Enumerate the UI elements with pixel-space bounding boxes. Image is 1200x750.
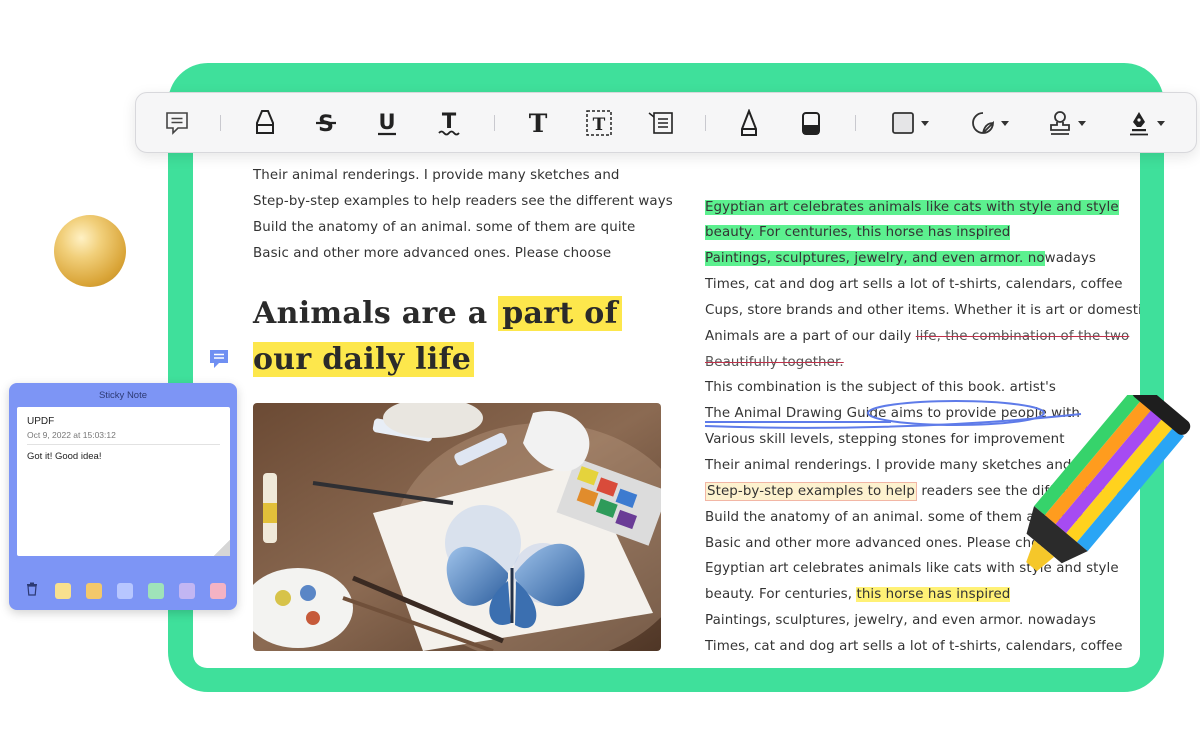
strikethrough-tool[interactable]: S: [310, 107, 342, 139]
chevron-down-icon: [1001, 120, 1009, 126]
comment-icon: [166, 112, 188, 135]
sticker-icon: [972, 112, 994, 134]
trash-icon[interactable]: [26, 582, 38, 596]
color-swatch-orange[interactable]: [86, 583, 102, 599]
toolbar-divider: [705, 115, 706, 131]
svg-text:T: T: [529, 109, 548, 137]
text-callout-tool[interactable]: [645, 107, 677, 139]
svg-text:S: S: [318, 112, 334, 137]
squiggly-tool[interactable]: T: [433, 107, 465, 139]
toolbar-divider: [494, 115, 495, 131]
color-swatch-green[interactable]: [148, 583, 164, 599]
squiggly-underline-icon: T: [438, 109, 460, 136]
toolbar-divider: [220, 115, 221, 131]
sticky-note-panel[interactable]: Sticky Note UPDF Oct 9, 2022 at 15:03:12…: [9, 383, 237, 610]
color-swatch-yellow[interactable]: [55, 583, 71, 599]
note-text[interactable]: Got it! Good idea!: [27, 451, 101, 462]
svg-text:T: T: [593, 115, 606, 135]
shape-tool-dropdown[interactable]: [888, 107, 932, 139]
note-date: Oct 9, 2022 at 15:03:12: [27, 430, 116, 440]
sticker-tool-dropdown[interactable]: [968, 107, 1012, 139]
sticky-note-paper[interactable]: UPDF Oct 9, 2022 at 15:03:12 Got it! Goo…: [17, 407, 230, 556]
text-box-tool[interactable]: T: [583, 107, 615, 139]
stamp-tool-dropdown[interactable]: [1045, 107, 1089, 139]
chevron-down-icon: [921, 120, 929, 126]
color-swatch-pink[interactable]: [210, 583, 226, 599]
pencil-tool[interactable]: [733, 107, 765, 139]
decorative-gold-sphere: [54, 215, 126, 287]
chevron-down-icon: [1078, 120, 1086, 126]
note-author: UPDF: [27, 416, 55, 427]
comment-marker-icon[interactable]: [208, 348, 230, 370]
signature-tool-dropdown[interactable]: [1124, 107, 1168, 139]
stamp-icon: [1050, 111, 1070, 135]
divider: [27, 444, 220, 445]
text-callout-icon: [648, 112, 673, 134]
toolbar-divider: [855, 115, 856, 131]
strikethrough-icon: S: [316, 112, 336, 137]
svg-text:T: T: [442, 109, 457, 133]
annotation-toolbar: S U T T T: [135, 92, 1197, 153]
text-icon: T: [529, 109, 548, 137]
svg-text:U: U: [378, 110, 395, 134]
color-swatch-blue[interactable]: [117, 583, 133, 599]
underline-tool[interactable]: U: [371, 107, 403, 139]
art-supplies-photo: [253, 403, 661, 651]
color-swatch-purple[interactable]: [179, 583, 195, 599]
sticky-note-title: Sticky Note: [98, 390, 148, 401]
text-tool[interactable]: T: [522, 107, 554, 139]
underline-icon: U: [378, 110, 396, 136]
shape-icon: [892, 112, 914, 134]
rainbow-highlighter-marker: [1026, 395, 1191, 572]
pencil-icon: [741, 109, 757, 136]
page-curl-icon: [214, 540, 230, 556]
signature-icon: [1130, 112, 1148, 136]
text-box-icon: T: [586, 110, 612, 136]
eraser-icon: [802, 112, 820, 135]
highlight-tool[interactable]: [249, 107, 281, 139]
highlight-pen-icon: [256, 110, 274, 134]
eraser-tool[interactable]: [795, 107, 827, 139]
comment-tool[interactable]: [161, 107, 193, 139]
chevron-down-icon: [1157, 120, 1165, 126]
